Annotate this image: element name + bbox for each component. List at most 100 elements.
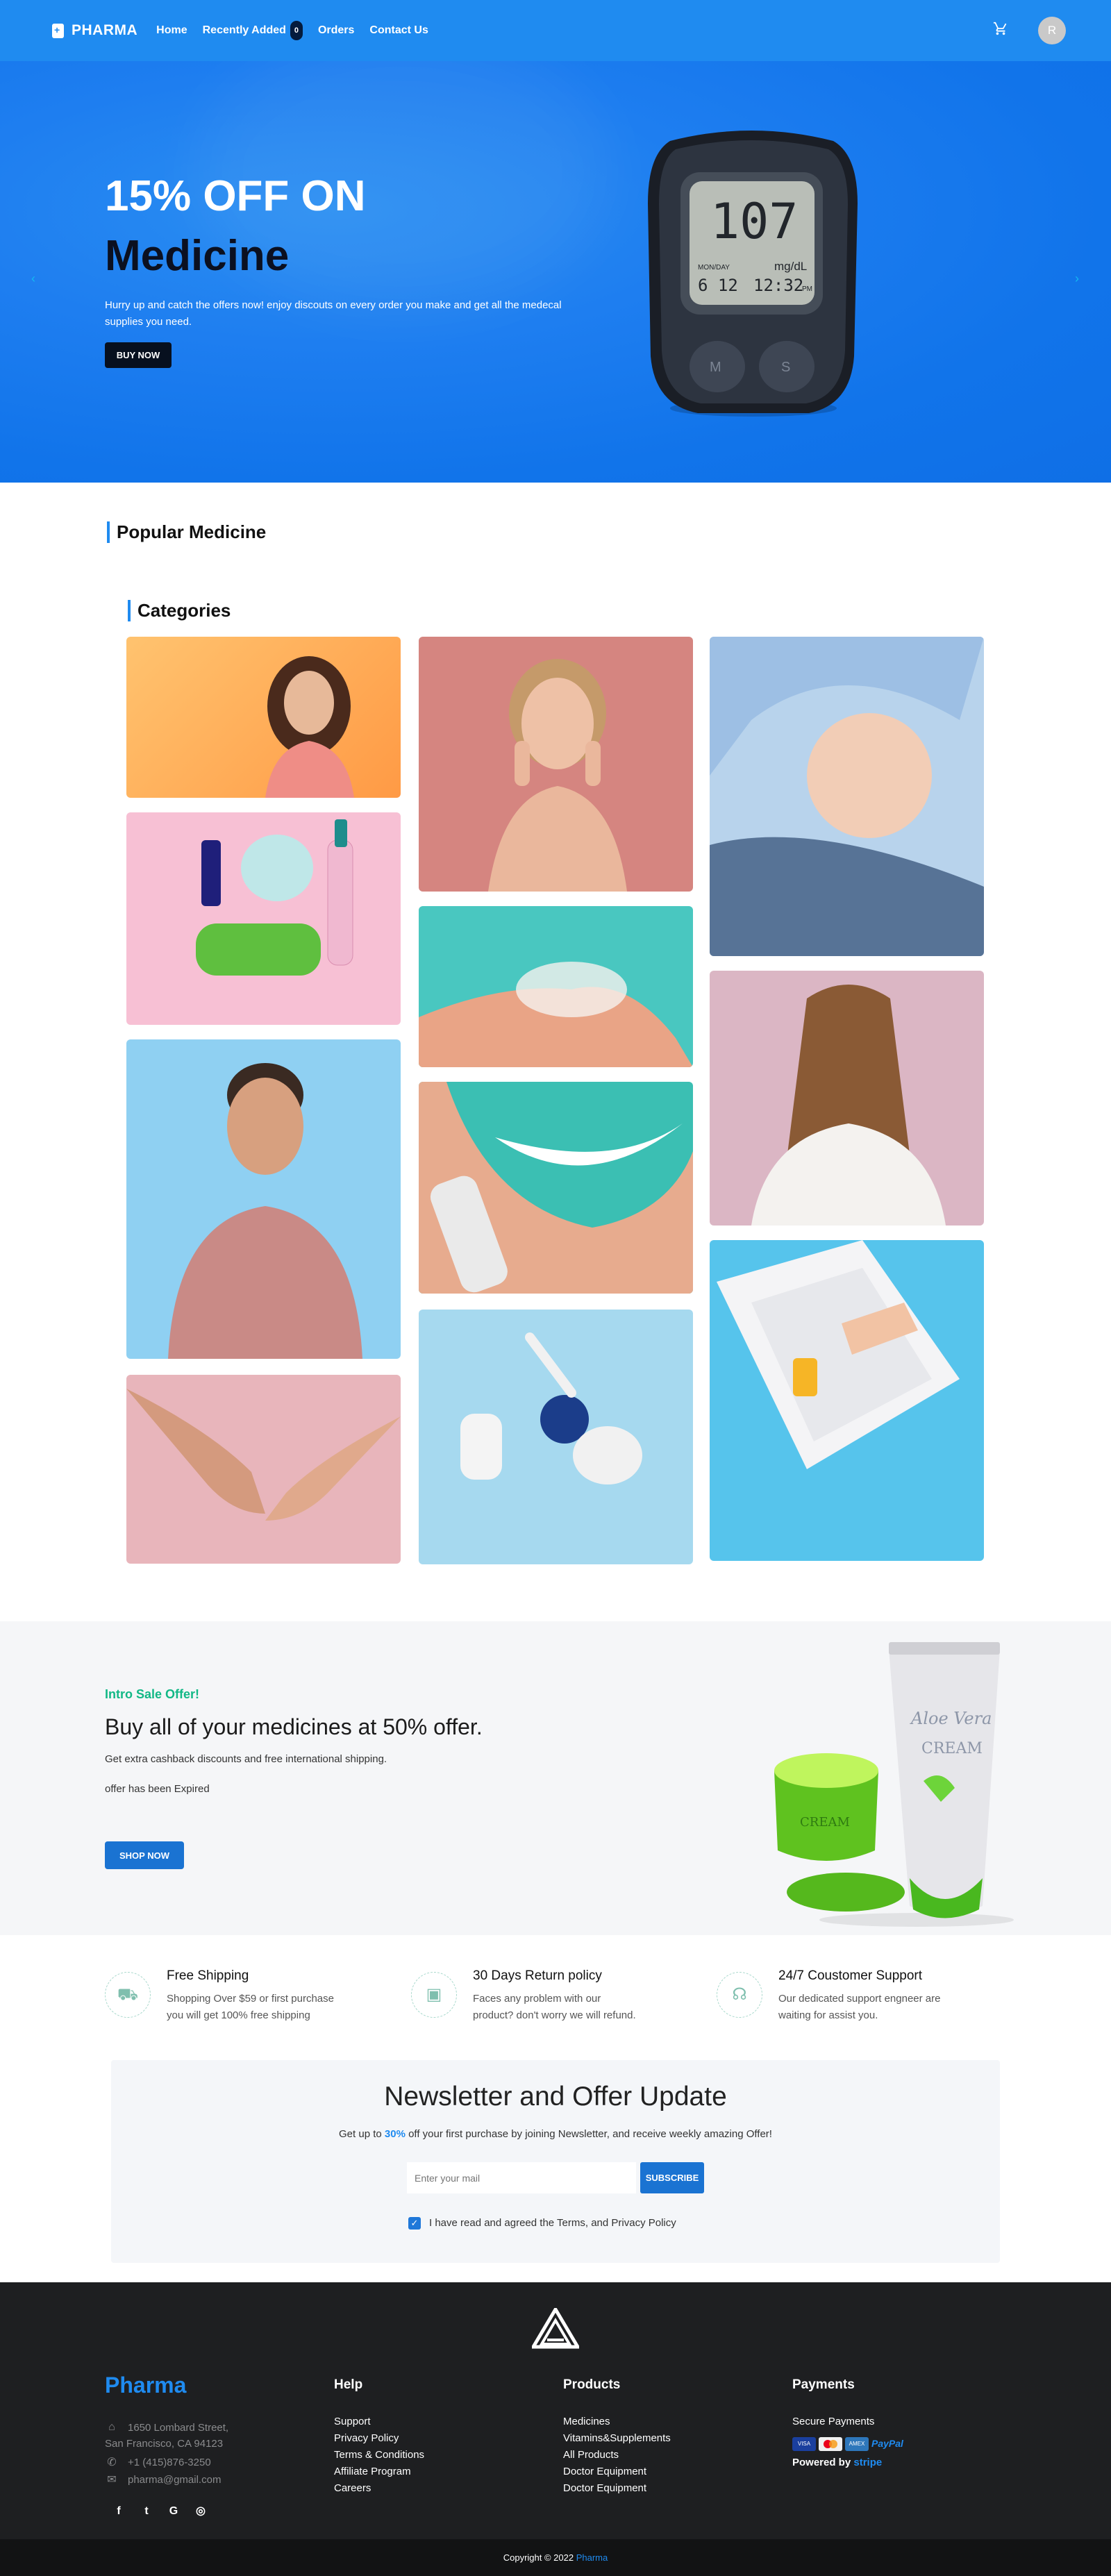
chevron-right-icon[interactable]: › (1069, 271, 1085, 286)
footer-phone: ✆ +1 (415)876-3250 (105, 2455, 211, 2469)
shop-now-button[interactable]: SHOP NOW (105, 1841, 184, 1869)
nav-home[interactable]: Home (156, 24, 187, 37)
phone-text: +1 (415)876-3250 (128, 2456, 211, 2468)
intro-sale-section: Intro Sale Offer! Buy all of your medici… (0, 1621, 1111, 1935)
category-tile-hygiene[interactable] (419, 906, 693, 1067)
email-input[interactable] (407, 2162, 636, 2193)
feature-support: ☊ 24/7 Coustomer Support Our dedicated s… (717, 1965, 967, 2041)
first-aid-kit-image (717, 1240, 960, 1469)
category-tile-men[interactable] (126, 1039, 401, 1359)
category-tile-hair[interactable] (710, 971, 984, 1226)
hero-headline-line2: Medicine (105, 232, 290, 280)
payment-cards: VISA AMEX PayPal (792, 2437, 903, 2451)
meter-pm: PM (802, 285, 812, 293)
newsletter-discount: 30% (384, 2128, 406, 2140)
category-tile-cosmetics[interactable] (126, 812, 401, 1025)
tube-brand-text: Aloe Vera (910, 1709, 992, 1728)
nav-recently-added[interactable]: Recently Added 0 (203, 21, 303, 40)
copyright-bar: Copyright © 2022 Pharma (0, 2539, 1111, 2576)
headset-icon: ☊ (717, 1972, 762, 2018)
feature-text: Shopping Over $59 or first purchase you … (167, 1993, 334, 2021)
footer-brand: Pharma (105, 2373, 187, 2398)
buy-now-button[interactable]: BUY NOW (105, 342, 172, 368)
agree-checkbox[interactable]: ✓ (408, 2217, 421, 2230)
footer-email: ✉ pharma@gmail.com (105, 2473, 221, 2486)
hand-wash-image (419, 962, 693, 1067)
products-doctor-equipment-link[interactable]: Doctor Equipment (563, 2464, 671, 2480)
phone-icon: ✆ (107, 2457, 117, 2468)
category-tile-sexual-wellness[interactable] (126, 1375, 401, 1564)
aloe-vera-cream-image: Aloe Vera CREAM CREAM (774, 1642, 1014, 1927)
help-title: Help (334, 2377, 363, 2392)
category-tile-eye-care[interactable] (419, 1310, 693, 1564)
products-vitamins-link[interactable]: Vitamins&Supplements (563, 2430, 671, 2447)
cart-icon[interactable] (993, 21, 1011, 39)
categories-title: Categories (127, 600, 231, 621)
meter-time: 12:32 (753, 276, 803, 295)
man-portrait-image (168, 1063, 362, 1359)
footer-payments-column: Payments Secure Payments VISA AMEX PayPal … (792, 2377, 903, 2468)
secure-payments-text: Secure Payments (792, 2416, 875, 2427)
chevron-left-icon[interactable]: ‹ (26, 271, 41, 286)
help-careers-link[interactable]: Careers (334, 2480, 424, 2497)
feature-text: Faces any problem with our product? don'… (473, 1993, 636, 2021)
smile-toothbrush-image (419, 1082, 693, 1294)
woman-portrait-image (265, 656, 354, 798)
category-tile-first-aid[interactable] (710, 1240, 984, 1561)
category-tile-baby[interactable] (710, 637, 984, 956)
user-avatar[interactable]: R (1038, 17, 1066, 44)
subscribe-button[interactable]: SUBSCRIBE (640, 2162, 704, 2193)
feature-title: 24/7 Coustomer Support (778, 1968, 923, 1983)
newsletter-subtitle: Get up to 30% off your first purchase by… (111, 2128, 1000, 2140)
truck-icon: ⛟ (105, 1972, 151, 2018)
nav-recently-added-label: Recently Added (202, 24, 286, 36)
google-icon[interactable]: G (167, 2504, 181, 2518)
skincare-woman-image (488, 659, 627, 892)
help-affiliate-link[interactable]: Affiliate Program (334, 2464, 424, 2480)
newsletter-sub-pre: Get up to (339, 2128, 385, 2140)
products-title: Products (563, 2377, 621, 2392)
newsletter-section: Newsletter and Offer Update Get up to 30… (111, 2060, 1000, 2263)
twitter-icon[interactable]: t (140, 2504, 153, 2518)
brand-logo[interactable]: PHARMA (52, 22, 137, 39)
visa-icon: VISA (792, 2437, 816, 2451)
footer-address-line2: San Francisco, CA 94123 (105, 2438, 223, 2450)
email-text: pharma@gmail.com (128, 2473, 222, 2486)
popular-medicine-title: Popular Medicine (106, 521, 267, 543)
category-tile-women[interactable] (126, 637, 401, 798)
feature-return-policy: ▣ 30 Days Return policy Faces any proble… (411, 1965, 661, 2041)
meter-reading: 107 (710, 193, 798, 250)
tube-label-text: CREAM (921, 1740, 983, 1757)
category-tile-skincare[interactable] (419, 637, 693, 892)
feature-text: Our dedicated support engneer are waitin… (778, 1993, 941, 2021)
footer-products-column: Products Medicines Vitamins&Supplements … (563, 2377, 671, 2497)
sale-line2: offer has been Expired (105, 1783, 210, 1795)
powered-by-text: Powered by (792, 2457, 854, 2468)
help-support-link[interactable]: Support (334, 2414, 424, 2430)
products-all-link[interactable]: All Products (563, 2447, 671, 2464)
address-line2: San Francisco, CA 94123 (105, 2438, 224, 2450)
meter-date-label: MON/DAY (698, 264, 730, 271)
footer-help-column: Help Support Privacy Policy Terms & Cond… (334, 2377, 424, 2497)
paypal-icon: PayPal (871, 2438, 903, 2450)
products-medicines-link[interactable]: Medicines (563, 2414, 671, 2430)
woman-hair-image (751, 985, 946, 1226)
nav-orders[interactable]: Orders (318, 24, 354, 37)
instagram-icon[interactable]: ◎ (194, 2504, 208, 2518)
footer-address: ⌂ 1650 Lombard Street, (105, 2421, 228, 2434)
facebook-icon[interactable]: f (112, 2504, 126, 2518)
help-terms-link[interactable]: Terms & Conditions (334, 2447, 424, 2464)
holding-hands-image (126, 1389, 401, 1521)
copyright-text: Copyright © 2022 (503, 2552, 576, 2563)
products-doctor-equipment-link-2[interactable]: Doctor Equipment (563, 2480, 671, 2497)
glucose-meter-image: 107 MON/DAY mg/dL 6 12 12:32 PM M S (648, 131, 858, 417)
nav-contact-us[interactable]: Contact Us (369, 24, 428, 37)
powered-by: Powered by stripe (792, 2457, 903, 2468)
category-tile-dental[interactable] (419, 1082, 693, 1294)
agree-label: I have read and agreed the Terms, and Pr… (429, 2217, 676, 2229)
contact-lens-image (460, 1332, 642, 1484)
mail-icon: ✉ (107, 2474, 117, 2486)
help-privacy-link[interactable]: Privacy Policy (334, 2430, 424, 2447)
footer-logo-icon (532, 2308, 579, 2349)
feature-free-shipping: ⛟ Free Shipping Shopping Over $59 or fir… (105, 1965, 355, 2041)
